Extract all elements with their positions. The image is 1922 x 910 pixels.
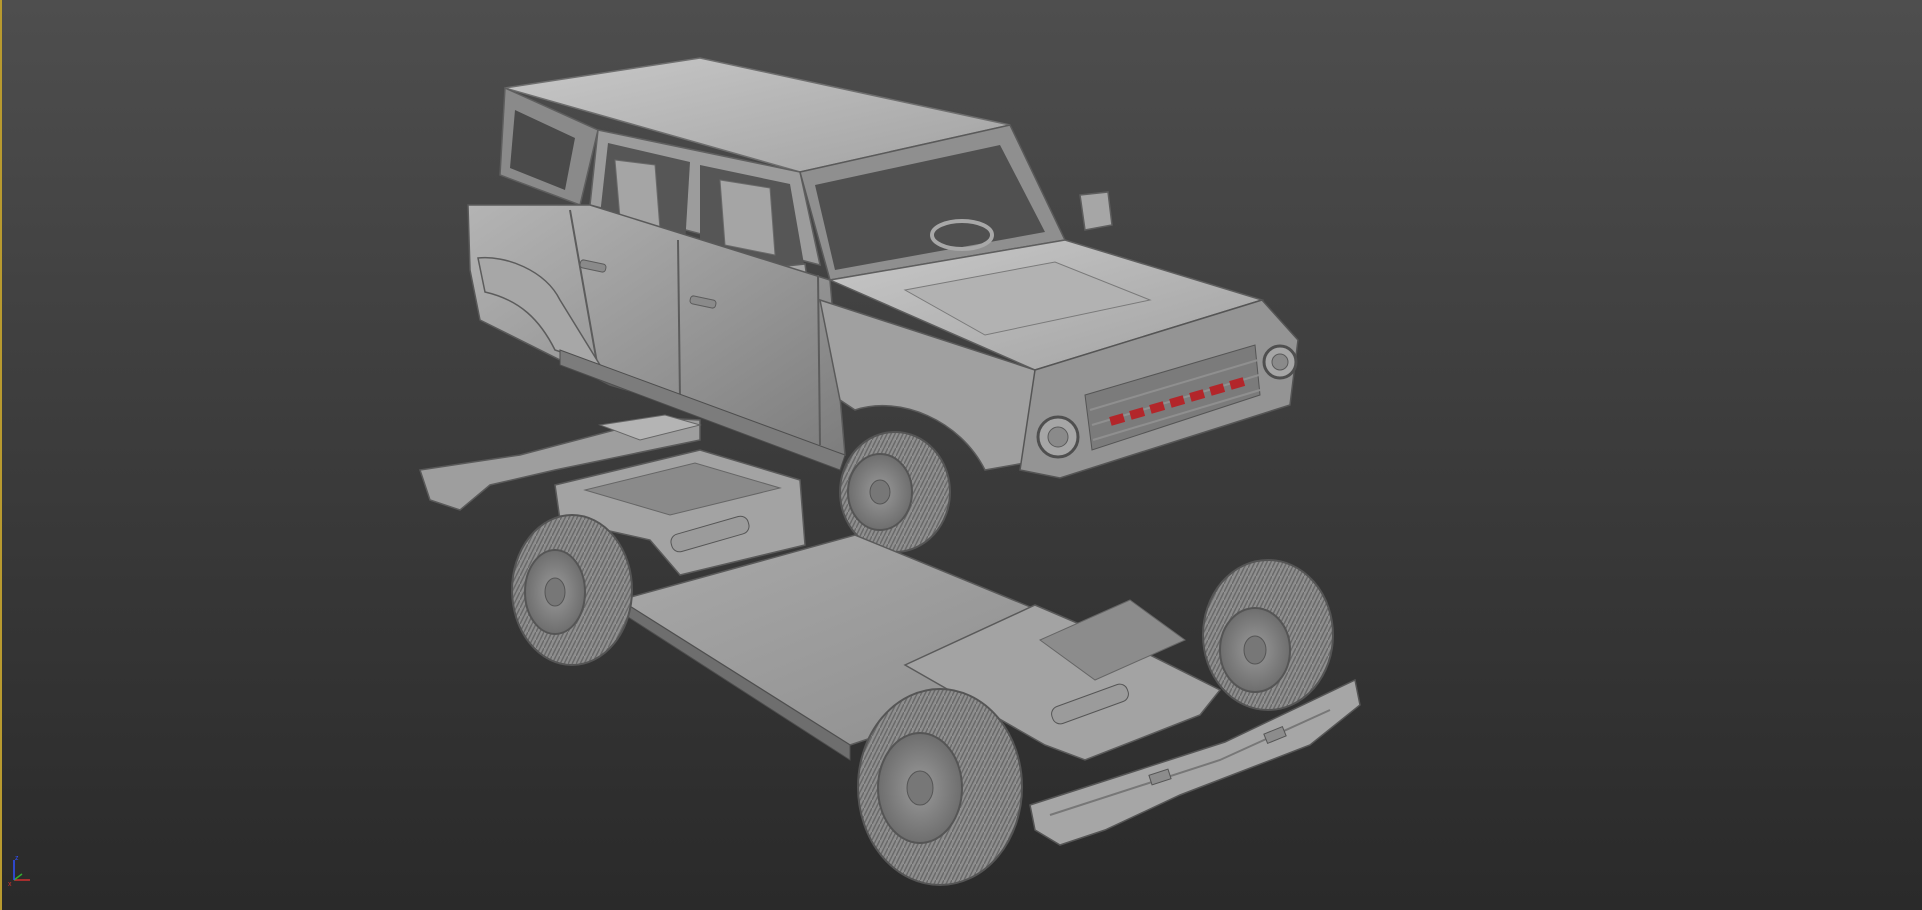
vehicle-body[interactable] [467, 57, 1299, 479]
svg-text:z: z [15, 855, 19, 862]
chassis-rear-left-wheel[interactable] [511, 514, 633, 666]
body-front-wheel[interactable] [839, 431, 951, 553]
3d-scene [419, 57, 1361, 886]
3d-viewport[interactable]: z x [0, 0, 1922, 910]
chassis-front-left-wheel[interactable] [857, 688, 1023, 886]
axis-gizmo-icon: z x [8, 855, 30, 888]
svg-text:x: x [8, 881, 12, 888]
chassis-rear-right-wheel[interactable] [1202, 559, 1334, 711]
